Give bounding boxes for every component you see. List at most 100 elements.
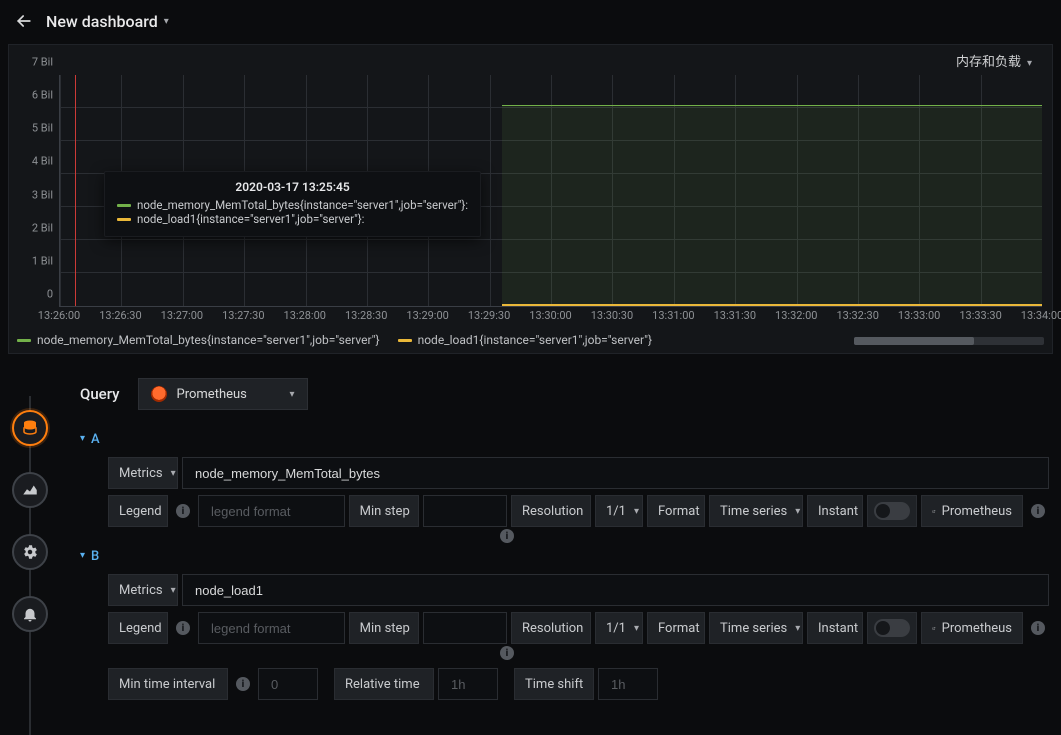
metrics-dropdown[interactable]: Metrics bbox=[108, 574, 178, 606]
x-tick: 13:33:00 bbox=[898, 309, 940, 322]
query-header-b[interactable]: ▾ B bbox=[80, 549, 1049, 564]
info-icon[interactable]: i bbox=[500, 529, 514, 543]
metrics-input-a[interactable] bbox=[193, 465, 1038, 482]
tab-alert[interactable] bbox=[12, 596, 48, 632]
time-shift-input[interactable] bbox=[609, 676, 647, 693]
tab-visualization[interactable] bbox=[12, 472, 48, 508]
x-tick: 13:26:30 bbox=[99, 309, 141, 322]
relative-time-input[interactable] bbox=[449, 676, 487, 693]
open-in-prometheus-a[interactable]: Prometheus bbox=[921, 495, 1023, 527]
gear-icon bbox=[21, 543, 39, 561]
toggle-switch bbox=[874, 619, 910, 637]
legend-item[interactable]: node_memory_MemTotal_bytes{instance="ser… bbox=[17, 333, 380, 347]
minstep-input-b[interactable] bbox=[434, 620, 496, 637]
x-tick: 13:31:30 bbox=[714, 309, 756, 322]
panel-title-dropdown[interactable]: 内存和负载▾ bbox=[956, 51, 1032, 70]
y-tick: 6 Bil bbox=[32, 89, 53, 102]
min-interval-label: Min time interval bbox=[108, 668, 228, 700]
info-icon: i bbox=[1031, 621, 1045, 635]
relative-time-label: Relative time bbox=[334, 668, 434, 700]
tooltip-row: node_memory_MemTotal_bytes{instance="ser… bbox=[117, 198, 468, 212]
chart-legend: node_memory_MemTotal_bytes{instance="ser… bbox=[17, 333, 1044, 347]
tooltip-swatch bbox=[117, 218, 131, 221]
metrics-dropdown[interactable]: Metrics bbox=[108, 457, 178, 489]
chart-x-axis: 13:26:0013:26:3013:27:0013:27:3013:28:00… bbox=[59, 309, 1042, 325]
instant-toggle-a[interactable] bbox=[867, 495, 917, 527]
metrics-input-b[interactable] bbox=[193, 582, 1038, 599]
panel-title: 内存和负载 bbox=[956, 55, 1021, 70]
chart-y-axis: 01 Bil2 Bil3 Bil4 Bil5 Bil6 Bil7 Bil bbox=[17, 75, 59, 307]
external-link-icon bbox=[932, 622, 936, 635]
dashboard-title: New dashboard bbox=[46, 12, 158, 31]
datasource-name: Prometheus bbox=[177, 387, 247, 402]
toggle-switch bbox=[874, 502, 910, 520]
min-interval-input[interactable] bbox=[269, 676, 307, 693]
legend-label: Legend bbox=[108, 495, 168, 527]
x-tick: 13:30:30 bbox=[591, 309, 633, 322]
tooltip-series-label: node_memory_MemTotal_bytes{instance="ser… bbox=[137, 198, 468, 212]
row-info[interactable]: i bbox=[1027, 612, 1049, 644]
x-tick: 13:32:00 bbox=[775, 309, 817, 322]
y-tick: 4 Bil bbox=[32, 155, 53, 168]
resolution-label: Resolution bbox=[511, 495, 591, 527]
bell-icon bbox=[21, 605, 39, 623]
legend-input-b[interactable] bbox=[209, 620, 334, 637]
open-in-prometheus-b[interactable]: Prometheus bbox=[921, 612, 1023, 644]
y-tick: 2 Bil bbox=[32, 221, 53, 234]
format-select-a[interactable]: Time series bbox=[709, 495, 803, 527]
chart-hover-marker bbox=[75, 75, 76, 306]
tab-queries[interactable] bbox=[12, 410, 48, 446]
legend-swatch bbox=[398, 339, 412, 342]
format-label: Format bbox=[647, 495, 705, 527]
collapse-caret-icon: ▾ bbox=[80, 433, 85, 444]
query-header-a[interactable]: ▾ A bbox=[80, 432, 1049, 447]
tooltip-timestamp: 2020-03-17 13:25:45 bbox=[117, 180, 468, 194]
x-tick: 13:28:30 bbox=[345, 309, 387, 322]
editor-tab-rail bbox=[0, 360, 62, 735]
caret-down-icon: ▾ bbox=[164, 16, 169, 27]
legend-info[interactable]: i bbox=[172, 495, 194, 527]
minstep-label: Min step bbox=[349, 495, 419, 527]
info-icon[interactable]: i bbox=[500, 646, 514, 660]
row-info[interactable]: i bbox=[1027, 495, 1049, 527]
instant-toggle-b[interactable] bbox=[867, 612, 917, 644]
x-tick: 13:29:30 bbox=[468, 309, 510, 322]
legend-info[interactable]: i bbox=[172, 612, 194, 644]
legend-scrollbar[interactable] bbox=[854, 337, 1044, 345]
query-ref-id: A bbox=[91, 432, 100, 447]
y-tick: 7 Bil bbox=[32, 56, 53, 69]
back-button[interactable] bbox=[14, 11, 34, 31]
minstep-input-a[interactable] bbox=[434, 503, 496, 520]
external-link-icon bbox=[932, 505, 936, 518]
tab-general[interactable] bbox=[12, 534, 48, 570]
legend-label: node_load1{instance="server1",job="serve… bbox=[418, 333, 652, 347]
tooltip-swatch bbox=[117, 204, 131, 207]
legend-input-a[interactable] bbox=[209, 503, 334, 520]
datasource-select[interactable]: Prometheus ▾ bbox=[138, 378, 308, 410]
tooltip-series-label: node_load1{instance="server1",job="serve… bbox=[137, 212, 364, 226]
dashboard-title-dropdown[interactable]: New dashboard ▾ bbox=[46, 12, 169, 31]
x-tick: 13:26:00 bbox=[38, 309, 80, 322]
chart-panel: 内存和负载▾ 01 Bil2 Bil3 Bil4 Bil5 Bil6 Bil7 … bbox=[8, 44, 1053, 354]
legend-item[interactable]: node_load1{instance="server1",job="serve… bbox=[398, 333, 652, 347]
y-tick: 3 Bil bbox=[32, 188, 53, 201]
time-shift-label: Time shift bbox=[514, 668, 594, 700]
resolution-select-a[interactable]: 1/1 bbox=[595, 495, 643, 527]
x-tick: 13:30:00 bbox=[529, 309, 571, 322]
format-select-b[interactable]: Time series bbox=[709, 612, 803, 644]
info-icon: i bbox=[1031, 504, 1045, 518]
y-tick: 0 bbox=[47, 288, 53, 301]
min-interval-info[interactable]: i bbox=[232, 668, 254, 700]
legend-swatch bbox=[17, 339, 31, 342]
caret-down-icon: ▾ bbox=[289, 389, 294, 400]
database-icon bbox=[21, 419, 39, 437]
chart-tooltip: 2020-03-17 13:25:45 node_memory_MemTotal… bbox=[104, 171, 481, 237]
x-tick: 13:27:30 bbox=[222, 309, 264, 322]
x-tick: 13:28:00 bbox=[284, 309, 326, 322]
format-label: Format bbox=[647, 612, 705, 644]
legend-label: Legend bbox=[108, 612, 168, 644]
resolution-select-b[interactable]: 1/1 bbox=[595, 612, 643, 644]
chart-series-line bbox=[502, 304, 1042, 306]
tooltip-row: node_load1{instance="server1",job="serve… bbox=[117, 212, 468, 226]
instant-label: Instant bbox=[807, 495, 863, 527]
